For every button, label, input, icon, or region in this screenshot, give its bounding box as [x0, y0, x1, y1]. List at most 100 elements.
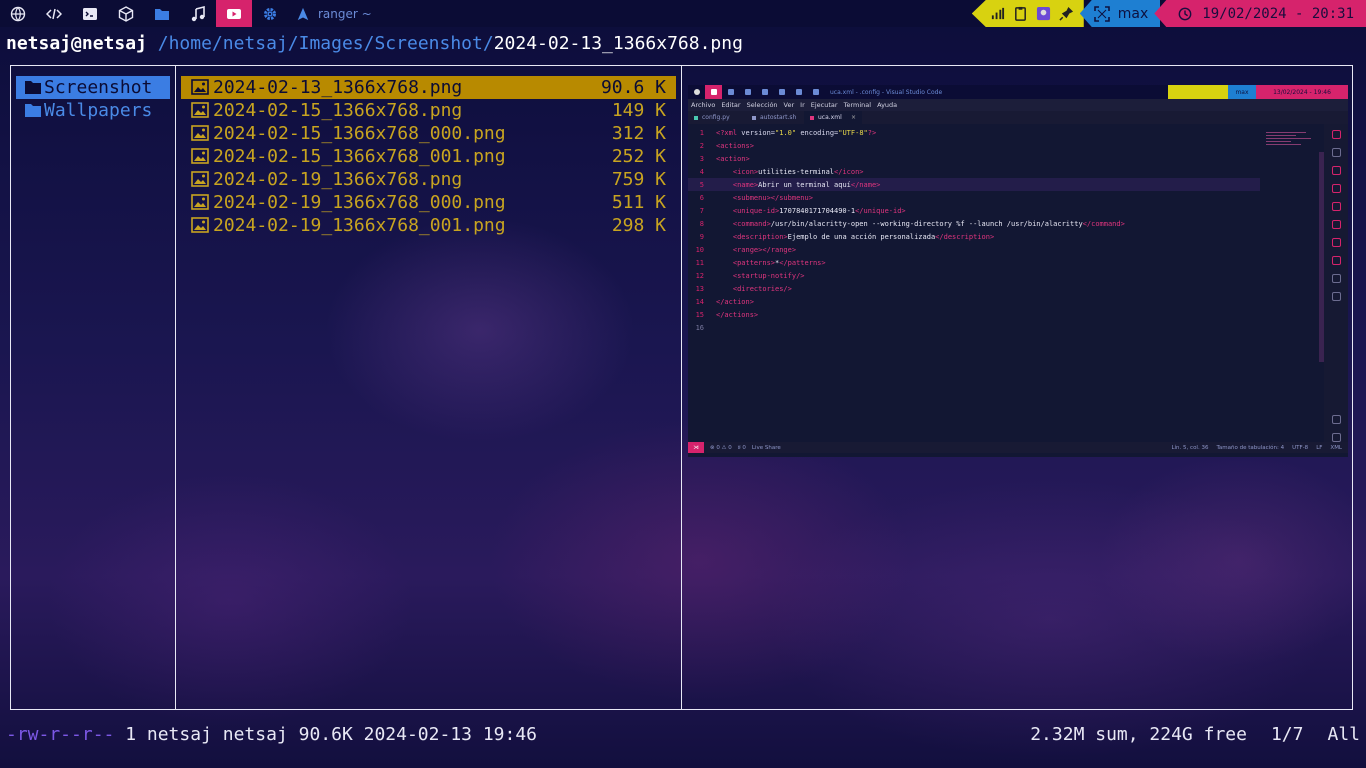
clock[interactable]: 19/02/2024 - 20:31 — [1154, 0, 1366, 27]
workspace-button[interactable] — [252, 0, 288, 27]
file-size: 312 K — [611, 123, 666, 144]
preview-code-line: 15 </actions> — [688, 308, 759, 321]
file-name: 2024-02-19_1366x768_001.png — [213, 215, 506, 236]
code-text: <patterns>*</patterns> — [732, 258, 826, 267]
window-title-text: ranger ~ — [318, 6, 372, 21]
line-number: 8 — [699, 219, 704, 228]
preview-code-line: 3 <action> — [688, 152, 750, 165]
line-number: 4 — [699, 167, 704, 176]
file-name: 2024-02-15_1366x768_001.png — [213, 146, 506, 167]
preview-code-line: 12 <startup-notify/> — [688, 269, 805, 282]
file-size: 298 K — [611, 215, 666, 236]
code-text: <icon>utilities-terminal</icon> — [732, 167, 864, 176]
clipboard-icon[interactable] — [1013, 6, 1028, 21]
file-item[interactable]: 2024-02-19_1366x768.png 759 K — [181, 168, 676, 191]
workspace-button[interactable] — [180, 0, 216, 27]
preview-workspace — [688, 85, 705, 99]
file-item[interactable]: 2024-02-15_1366x768.png 149 K — [181, 99, 676, 122]
signal-bars-icon[interactable] — [990, 6, 1005, 21]
image-preview: uca.xml - .config - Visual Studio Code m… — [688, 85, 1348, 457]
line-number: 9 — [699, 232, 704, 241]
music-icon — [191, 5, 205, 21]
preview-remote-icon: ⋊ — [688, 442, 704, 453]
arch-linux-icon — [297, 7, 309, 20]
directory-item[interactable]: Screenshot — [16, 76, 170, 99]
preview-menu-item: Archivo — [691, 101, 716, 109]
file-item[interactable]: 2024-02-13_1366x768.png 90.6 K — [181, 76, 676, 99]
preview-code-line: 2 <actions> — [688, 139, 754, 152]
directory-item[interactable]: Wallpapers — [16, 99, 170, 122]
preview-code-line: 6 <submenu></submenu> — [688, 191, 813, 204]
preview-code-line: 1 <?xml version="1.0" encoding="UTF-8"?> — [688, 126, 876, 139]
preview-code-line: 7 <unique-id>1707840171704490-1</unique-… — [688, 204, 906, 217]
scroll-indicator: All — [1327, 723, 1360, 745]
preview-status-item: LF — [1316, 444, 1323, 451]
top-panel: ranger ~ max 19/02/2024 - 20:31 — [0, 0, 1366, 27]
preview-clock: 13/02/2024 - 19:46 — [1256, 85, 1348, 99]
workspace-button[interactable] — [36, 0, 72, 27]
preview-status-item: UTF-8 — [1292, 444, 1309, 451]
file-name: 2024-02-13_1366x768.png — [213, 77, 463, 98]
image-file-icon — [191, 170, 211, 189]
clock-text: 19/02/2024 - 20:31 — [1202, 5, 1354, 22]
workspace-button[interactable] — [108, 0, 144, 27]
file-name: 2024-02-15_1366x768_000.png — [213, 123, 506, 144]
globe-icon — [10, 6, 26, 21]
folder-icon — [24, 102, 44, 120]
ranger-path-bar: netsaj@netsaj /home/netsaj/Images/Screen… — [6, 31, 743, 55]
close-icon: × — [850, 114, 856, 121]
preview-code-line: 11 <patterns>*</patterns> — [688, 256, 826, 269]
workspace-button[interactable] — [72, 0, 108, 27]
preview-status-item: ⊗ 0 ⚠ 0 — [710, 444, 732, 451]
layout-indicator[interactable]: max — [1079, 0, 1161, 27]
line-number: 15 — [695, 310, 704, 319]
preview-menubar: Archivo Editar Selección Ver Ir Ejecutar Termi… — [688, 99, 1348, 111]
line-number: 2 — [699, 141, 704, 150]
preview-status-item: Live Share — [751, 444, 781, 451]
preview-workspace — [807, 85, 824, 99]
file-size: 252 K — [611, 146, 666, 167]
preview-tab: autostart.sh — [746, 111, 804, 124]
workspace-button[interactable] — [216, 0, 252, 27]
code-text: <range></range> — [732, 245, 797, 254]
file-item[interactable]: 2024-02-15_1366x768_000.png 312 K — [181, 122, 676, 145]
line-number: 13 — [695, 284, 704, 293]
preview-workspace — [705, 85, 722, 99]
preview-editor: 1 <?xml version="1.0" encoding="UTF-8"?> 2… — [688, 124, 1348, 442]
app-tray-icon[interactable] — [1036, 6, 1051, 21]
video-icon — [227, 8, 241, 19]
preview-code-line: 16 — [688, 321, 716, 334]
code-text: <startup-notify/> — [732, 271, 805, 280]
line-number: 7 — [699, 206, 704, 215]
folder-icon — [155, 8, 169, 20]
system-tray — [971, 0, 1084, 27]
preview-code-line: 13 <directories/> — [688, 282, 792, 295]
parent-directory-column: Screenshot Wallpapers — [16, 76, 170, 122]
line-number: 5 — [699, 180, 704, 189]
preview-status-right: Lín. 5, col. 36 Tamaño de tabulación: 4 UT… — [1171, 445, 1348, 451]
workspace-button[interactable] — [0, 0, 36, 27]
disk-usage: 2.32M sum, 224G free — [1030, 723, 1247, 745]
code-text: <unique-id>1707840171704490-1</unique-id… — [732, 206, 906, 215]
preview-code-line: 8 <command>/usr/bin/alacritty-open --wor… — [688, 217, 1125, 230]
code-text: <submenu></submenu> — [732, 193, 813, 202]
preview-code-line: 5 <name>Abrir un terminal aquí</name> — [688, 178, 1260, 191]
line-number: 10 — [695, 245, 704, 254]
file-size: 90.6 K — [600, 77, 666, 98]
file-item[interactable]: 2024-02-19_1366x768_000.png 511 K — [181, 191, 676, 214]
column-divider — [681, 65, 682, 710]
preview-statusbar: ⋊ ⊗ 0 ⚠ 0 ʬ 0 Live Share Lín. 5, col. 36 Tam… — [688, 442, 1348, 453]
preview-tabs: config.py autostart.sh uca.xml × — [688, 111, 1348, 124]
workspace-switcher — [0, 0, 288, 27]
preview-tab-label: config.py — [702, 114, 730, 121]
image-file-icon — [191, 147, 211, 166]
file-item[interactable]: 2024-02-19_1366x768_001.png 298 K — [181, 214, 676, 237]
preview-minimap — [1266, 130, 1316, 150]
workspace-button[interactable] — [144, 0, 180, 27]
preview-workspace — [773, 85, 790, 99]
pin-icon[interactable] — [1059, 6, 1074, 21]
active-window-title: ranger ~ — [296, 7, 372, 21]
image-file-icon — [191, 101, 211, 120]
clock-icon — [1178, 7, 1192, 20]
file-item[interactable]: 2024-02-15_1366x768_001.png 252 K — [181, 145, 676, 168]
